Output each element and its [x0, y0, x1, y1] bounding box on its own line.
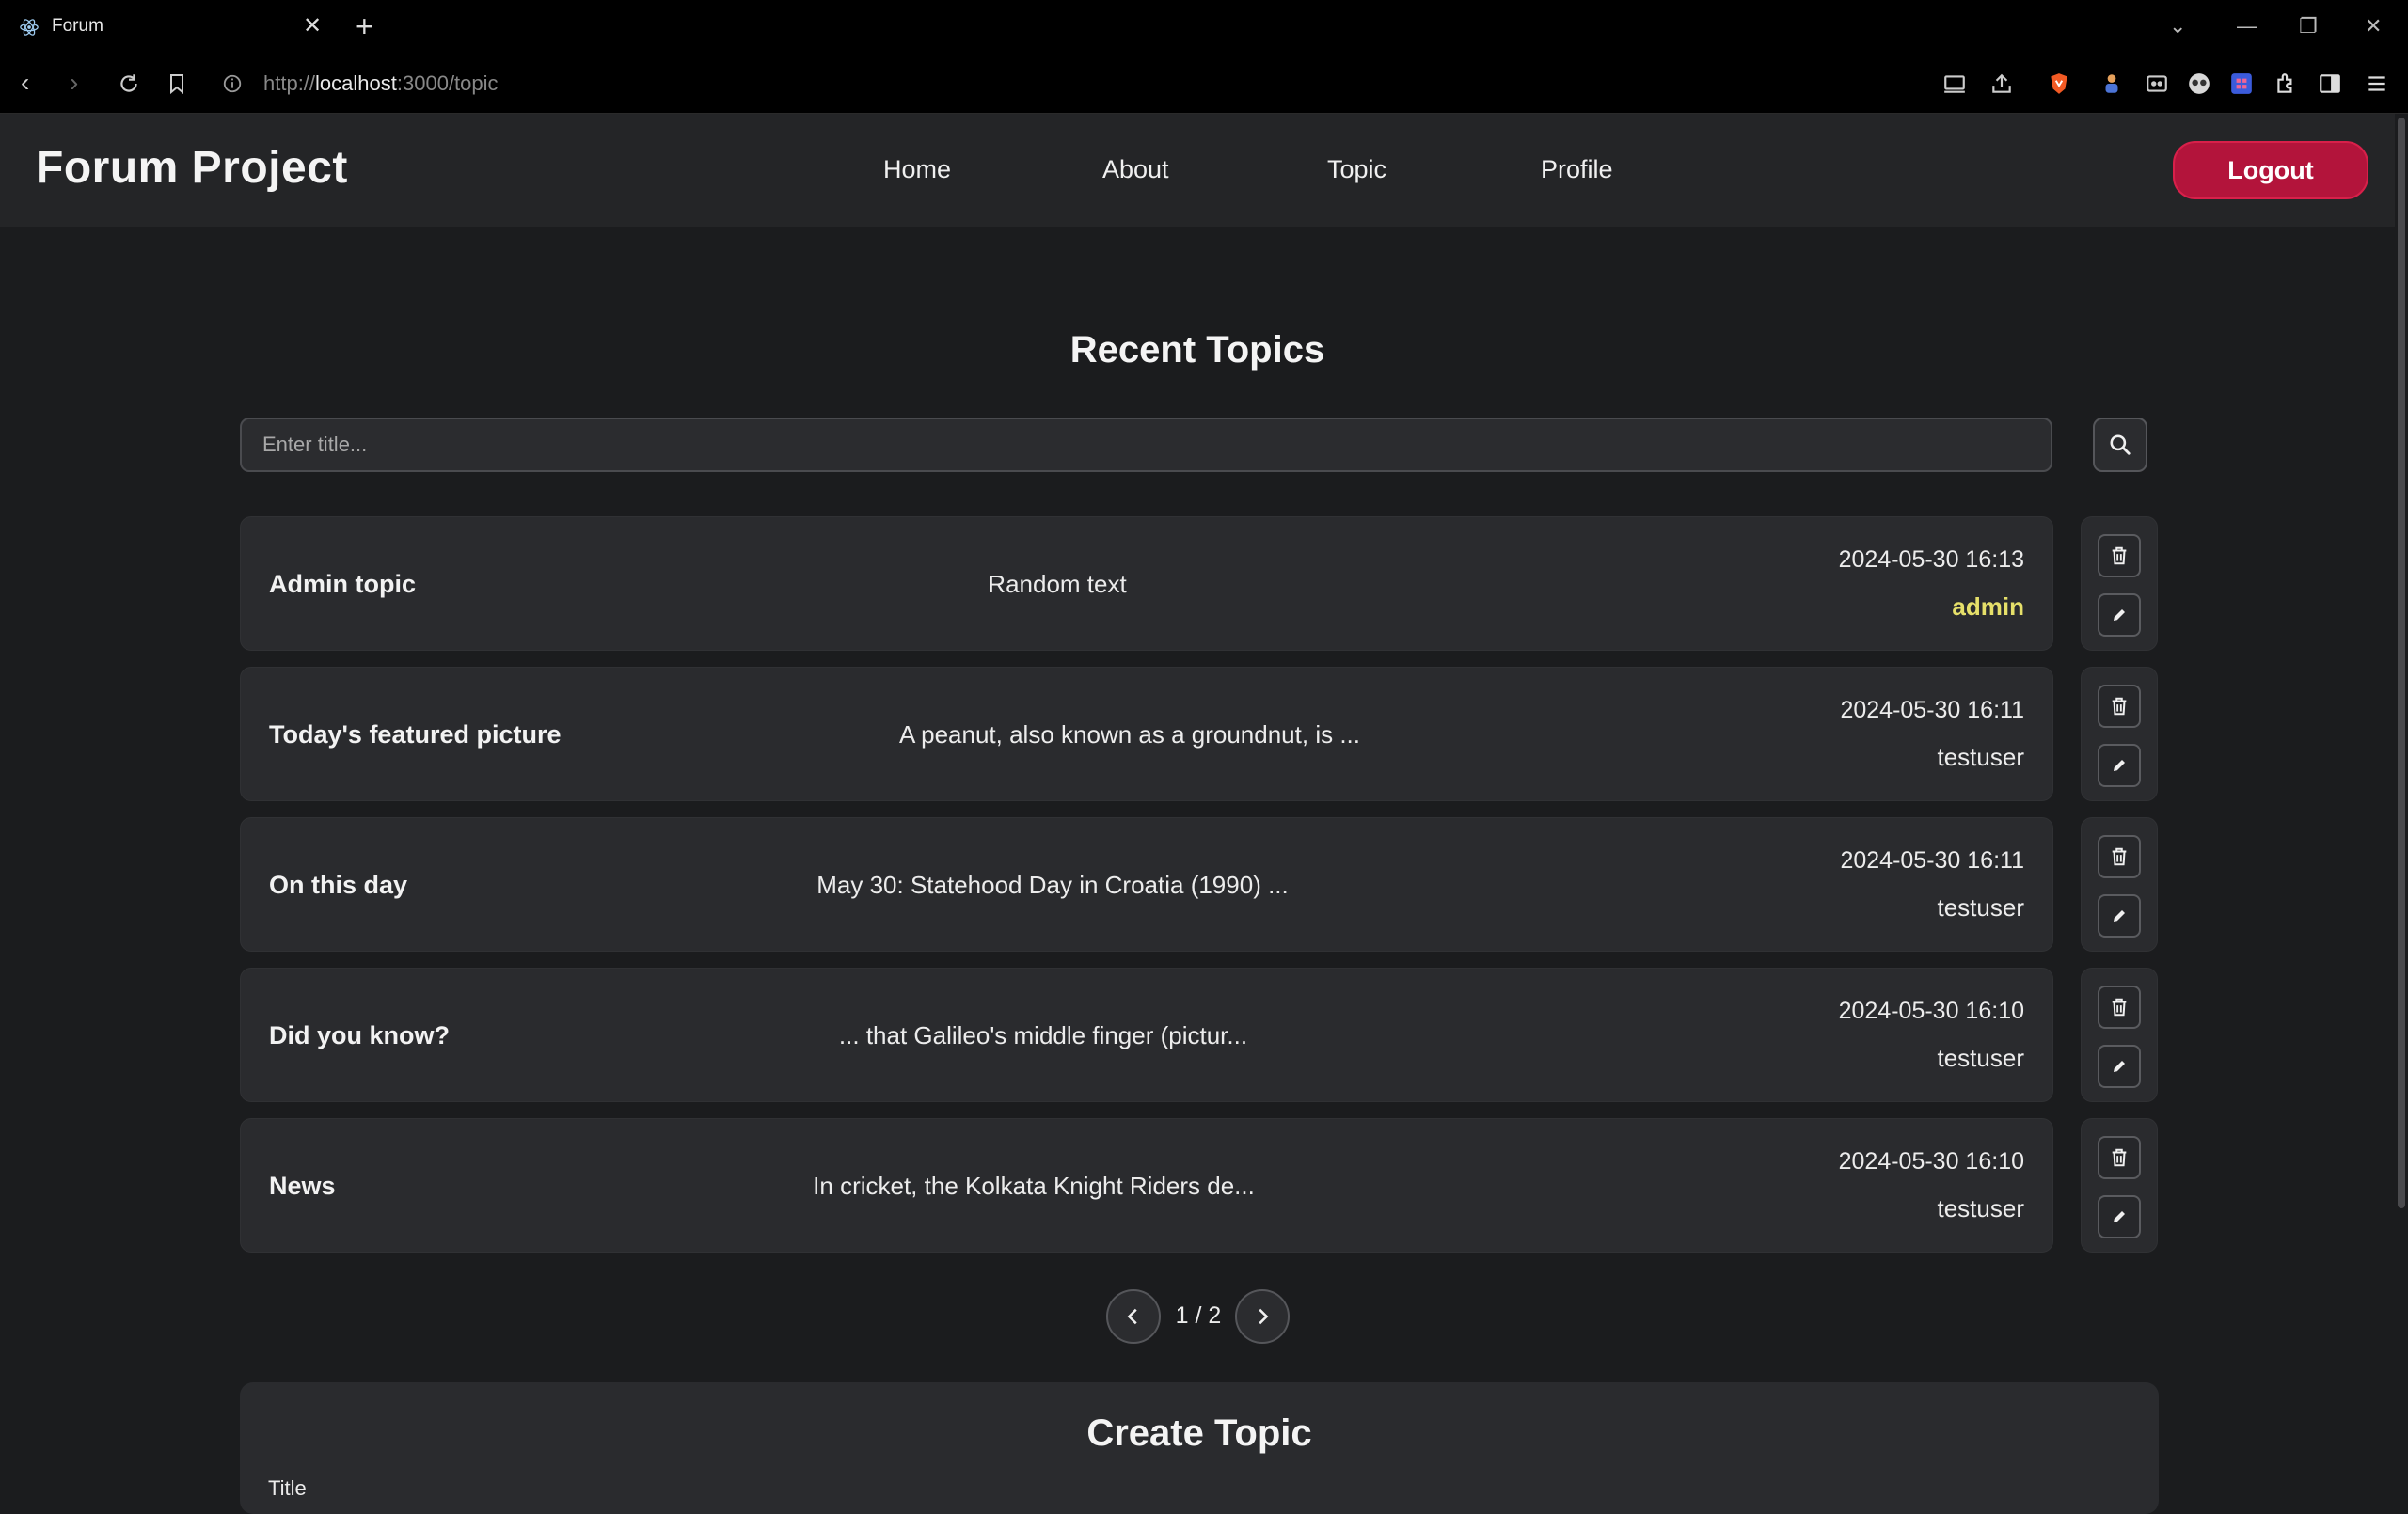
forward-icon[interactable]: ›	[70, 68, 78, 98]
new-tab-icon[interactable]: +	[356, 9, 373, 43]
edit-topic-button[interactable]	[2098, 1195, 2141, 1238]
pencil-icon	[2114, 609, 2125, 621]
tab-search-chevron-icon[interactable]: ⌄	[2169, 13, 2186, 39]
trash-icon	[2112, 546, 2127, 565]
nav-profile[interactable]: Profile	[1541, 155, 1613, 184]
topic-card[interactable]: Admin topic Random text 2024-05-30 16:13…	[240, 516, 2053, 651]
topic-excerpt: A peanut, also known as a groundnut, is …	[899, 720, 1360, 749]
brave-shield-icon[interactable]	[2047, 71, 2071, 96]
pencil-icon	[2114, 1061, 2125, 1072]
edit-topic-button[interactable]	[2098, 744, 2141, 787]
trash-icon	[2112, 1148, 2127, 1167]
delete-topic-button[interactable]	[2098, 1136, 2141, 1179]
share-icon[interactable]	[1989, 71, 2014, 96]
edit-topic-button[interactable]	[2098, 1045, 2141, 1088]
nav-about[interactable]: About	[1102, 155, 1169, 184]
topic-actions	[2081, 1118, 2158, 1253]
nav-home[interactable]: Home	[883, 155, 951, 184]
topic-card[interactable]: Today's featured picture A peanut, also …	[240, 667, 2053, 801]
site-navbar: Forum Project Home About Topic Profile L…	[0, 114, 2395, 227]
topic-excerpt: Random text	[988, 570, 1127, 598]
topic-card[interactable]: News In cricket, the Kolkata Knight Ride…	[240, 1118, 2053, 1253]
bookmark-icon[interactable]	[166, 71, 188, 96]
topic-author: testuser	[1937, 743, 2025, 771]
create-topic-title: Create Topic	[1086, 1412, 1312, 1454]
topic-actions	[2081, 817, 2158, 952]
page-title: Recent Topics	[1069, 329, 1325, 371]
trash-icon	[2112, 998, 2127, 1017]
search-icon	[2110, 434, 2131, 455]
topic-card[interactable]: Did you know? ... that Galileo's middle …	[240, 968, 2053, 1102]
pencil-icon	[2114, 760, 2125, 771]
edit-topic-button[interactable]	[2098, 593, 2141, 637]
pencil-icon	[2114, 1211, 2125, 1222]
trash-icon	[2112, 847, 2127, 866]
topic-author: testuser	[1937, 893, 2025, 922]
topic-actions	[2081, 968, 2158, 1102]
tab-title: Forum	[52, 16, 103, 36]
search-input[interactable]	[240, 418, 2052, 472]
url-field[interactable]: http://localhost:3000/topic	[263, 71, 499, 96]
topic-author: testuser	[1937, 1044, 2025, 1072]
topic-date: 2024-05-30 16:13	[1838, 546, 2024, 573]
nav-topic[interactable]: Topic	[1327, 155, 1386, 184]
chevron-left-icon	[1127, 1308, 1137, 1325]
topic-date: 2024-05-30 16:11	[1840, 697, 2024, 723]
close-window-icon[interactable]: ✕	[2365, 13, 2382, 39]
topic-actions	[2081, 667, 2158, 801]
tab-close-icon[interactable]: ✕	[303, 12, 322, 40]
title-field-label: Title	[268, 1476, 307, 1500]
topic-author: admin	[1952, 592, 2024, 621]
edit-topic-button[interactable]	[2098, 894, 2141, 938]
topic-actions	[2081, 516, 2158, 651]
delete-topic-button[interactable]	[2098, 534, 2141, 577]
create-topic-panel: Create Topic Title	[240, 1382, 2159, 1514]
topic-card[interactable]: On this day May 30: Statehood Day in Cro…	[240, 817, 2053, 952]
topic-date: 2024-05-30 16:10	[1838, 998, 2024, 1024]
topic-date: 2024-05-30 16:11	[1840, 847, 2024, 874]
pagination: 1 / 2	[0, 1289, 2395, 1346]
search-button[interactable]	[2093, 418, 2147, 472]
next-page-button[interactable]	[1235, 1289, 1290, 1344]
minimize-icon[interactable]: —	[2237, 13, 2258, 39]
pencil-icon	[2114, 910, 2125, 922]
page-indicator: 1 / 2	[1175, 1302, 1222, 1329]
delete-topic-button[interactable]	[2098, 835, 2141, 878]
topic-excerpt: In cricket, the Kolkata Knight Riders de…	[813, 1172, 1255, 1200]
extensions-puzzle-icon[interactable]	[2273, 71, 2298, 96]
cast-icon[interactable]	[1942, 71, 1967, 96]
topic-excerpt: May 30: Statehood Day in Croatia (1990) …	[816, 871, 1289, 899]
delete-topic-button[interactable]	[2098, 986, 2141, 1029]
sidebar-toggle-icon[interactable]	[2318, 71, 2342, 96]
restore-icon[interactable]: ❐	[2299, 13, 2318, 39]
extension-grid-icon[interactable]	[2229, 71, 2254, 96]
browser-tab[interactable]: Forum ✕	[0, 0, 337, 55]
browser-tab-strip: Forum ✕ + ⌄ — ❐ ✕	[0, 0, 2408, 55]
delete-topic-button[interactable]	[2098, 685, 2141, 728]
scrollbar-thumb[interactable]	[2398, 118, 2405, 1208]
menu-icon[interactable]	[2365, 71, 2389, 96]
topic-date: 2024-05-30 16:10	[1838, 1148, 2024, 1175]
react-icon	[20, 19, 39, 36]
reload-icon[interactable]	[117, 71, 141, 96]
site-info-icon[interactable]	[222, 73, 243, 94]
back-icon[interactable]: ‹	[21, 68, 29, 98]
prev-page-button[interactable]	[1106, 1289, 1161, 1344]
chevron-right-icon	[1259, 1308, 1269, 1325]
logout-button[interactable]: Logout	[2173, 141, 2368, 199]
extension-reader-icon[interactable]	[2145, 71, 2169, 96]
extension-person-icon[interactable]	[2099, 71, 2124, 96]
topic-author: testuser	[1937, 1194, 2025, 1222]
trash-icon	[2112, 697, 2127, 716]
page-scrollbar[interactable]	[2395, 114, 2408, 1505]
brand-logo[interactable]: Forum Project	[36, 142, 348, 194]
extension-glasses-icon[interactable]	[2187, 71, 2211, 96]
topic-excerpt: ... that Galileo's middle finger (pictur…	[838, 1021, 1248, 1049]
address-bar: ‹ › http://localhost:3000/topic	[0, 55, 2408, 114]
